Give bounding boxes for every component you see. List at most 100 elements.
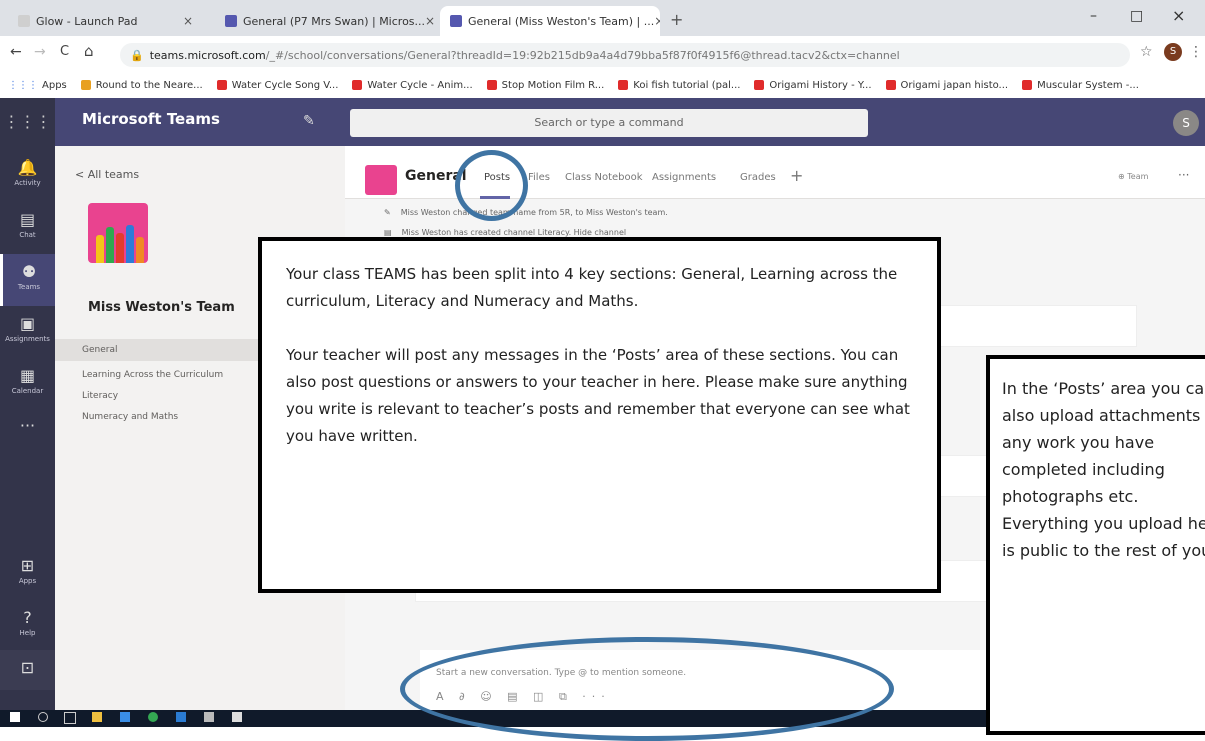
tab-label: General (Miss Weston's Team) | ... [468, 14, 655, 28]
bookmark-favicon-icon [80, 80, 91, 90]
tab-files[interactable]: Files [528, 172, 550, 183]
more-icon: ··· [19, 416, 36, 435]
tab-label: Glow - Launch Pad [36, 14, 138, 28]
close-tab-icon[interactable]: × [425, 14, 435, 28]
youtube-icon [618, 80, 629, 90]
youtube-icon [216, 80, 227, 90]
bookmark-item[interactable]: Round to the Neare... [80, 80, 203, 91]
tab-assignments[interactable]: Assignments [652, 172, 716, 183]
compose-highlight-ring [400, 637, 894, 741]
bookmark-item[interactable]: Koi fish tutorial (pal... [618, 80, 740, 91]
rail-assignments[interactable]: ▣ Assignments [0, 306, 55, 358]
youtube-icon [885, 80, 896, 90]
home-button[interactable]: ⌂ [84, 42, 94, 60]
forward-button[interactable]: → [34, 44, 46, 60]
add-tab-button[interactable]: + [790, 166, 803, 185]
app-title: Microsoft Teams [82, 110, 220, 128]
new-tab-button[interactable]: + [670, 10, 683, 29]
bookmarks-bar: ⋮⋮⋮ Apps Round to the Neare... Water Cycl… [0, 72, 1205, 99]
profile-avatar[interactable]: S [1164, 43, 1182, 61]
rail-activity[interactable]: 🔔 Activity [0, 150, 55, 202]
help-icon: ? [23, 608, 32, 627]
bookmark-item[interactable]: Water Cycle Song V... [216, 80, 338, 91]
browser-menu-icon[interactable]: ⋮ [1189, 44, 1203, 60]
bookmark-item[interactable]: Origami History - Y... [754, 80, 872, 91]
minimize-button[interactable]: – [1090, 8, 1097, 24]
teams-icon: ⚉ [21, 262, 37, 281]
team-logo [88, 203, 148, 263]
rail-help[interactable]: ? Help [0, 600, 55, 652]
file-explorer-icon[interactable] [92, 712, 102, 722]
bookmark-star-icon[interactable]: ☆ [1140, 44, 1153, 60]
rail-calendar[interactable]: ▦ Calendar [0, 358, 55, 410]
windows-start-icon[interactable] [10, 712, 20, 722]
browser-tab-mrs-swan[interactable]: General (P7 Mrs Swan) | Micros... × [215, 6, 435, 36]
team-name: Miss Weston's Team [88, 300, 235, 315]
system-message: ✎ Miss Weston changed team name from 5R, … [384, 208, 668, 217]
close-window-button[interactable]: × [1172, 6, 1185, 25]
channel-literacy[interactable]: Literacy [82, 391, 118, 401]
photos-icon[interactable] [232, 712, 242, 722]
callout-paragraph: Your teacher will post any messages in t… [286, 346, 910, 445]
tab-label: General (P7 Mrs Swan) | Micros... [243, 14, 426, 28]
bookmark-item[interactable]: Stop Motion Film R... [486, 80, 604, 91]
rail-more[interactable]: ··· [0, 408, 55, 460]
url-host: teams.microsoft.com [149, 48, 266, 62]
lock-icon: 🔒 [130, 48, 144, 62]
glow-favicon-icon [18, 15, 30, 27]
teams-favicon-icon [225, 15, 237, 27]
rail-teams[interactable]: ⚉ Teams [0, 254, 55, 306]
calendar-icon: ▦ [19, 366, 36, 385]
bookmark-apps[interactable]: ⋮⋮⋮ Apps [8, 80, 67, 91]
user-avatar[interactable]: S [1173, 110, 1199, 136]
url-input[interactable]: 🔒 teams.microsoft.com/_#/school/conversa… [120, 43, 1130, 67]
reload-button[interactable]: C [60, 44, 69, 59]
outlook-icon[interactable] [176, 712, 186, 722]
edit-icon: ✎ [384, 208, 391, 217]
channel-learning-across-curriculum[interactable]: Learning Across the Curriculum [82, 370, 223, 380]
back-button[interactable]: ← [10, 44, 22, 60]
close-tab-icon[interactable]: × [183, 14, 193, 28]
maximize-button[interactable]: □ [1130, 8, 1143, 24]
app-launcher-icon[interactable]: ⋮⋮⋮ [0, 98, 55, 146]
bookmark-item[interactable]: Muscular System -... [1022, 80, 1139, 91]
browser-tab-glow[interactable]: Glow - Launch Pad × [8, 6, 203, 36]
more-options-icon[interactable]: ··· [1178, 168, 1189, 182]
posts-highlight-ring [455, 150, 528, 221]
search-input[interactable]: Search or type a command [350, 109, 868, 137]
task-view-icon[interactable] [64, 712, 76, 724]
channel-team-logo [365, 165, 397, 195]
channel-general[interactable]: General [82, 345, 117, 355]
team-button[interactable]: ⊕ Team [1118, 172, 1148, 181]
channel-icon: ▤ [384, 228, 392, 237]
youtube-icon [486, 80, 497, 90]
youtube-icon [352, 80, 363, 90]
close-tab-icon[interactable]: × [654, 14, 660, 28]
callout-paragraph: In the ‘Posts’ area you can also upload … [1002, 379, 1205, 560]
download-icon: ⊡ [20, 658, 35, 677]
rail-download[interactable]: ⊡ [0, 650, 55, 690]
all-teams-link[interactable]: < All teams [75, 168, 139, 181]
bookmark-item[interactable]: Water Cycle - Anim... [352, 80, 473, 91]
callout-paragraph: Your class TEAMS has been split into 4 k… [286, 265, 898, 310]
system-message: ▤ Miss Weston has created channel Literac… [384, 228, 627, 237]
rail-chat[interactable]: ▤ Chat [0, 202, 55, 254]
tab-grades[interactable]: Grades [740, 172, 776, 183]
callout-sections-info: Your class TEAMS has been split into 4 k… [258, 237, 941, 593]
tab-class-notebook[interactable]: Class Notebook [565, 172, 643, 183]
teams-favicon-icon [450, 15, 462, 27]
channel-numeracy-maths[interactable]: Numeracy and Maths [82, 412, 178, 422]
rail-apps[interactable]: ⊞ Apps [0, 548, 55, 600]
chat-icon: ▤ [19, 210, 36, 229]
search-icon[interactable] [38, 712, 48, 722]
apps-icon: ⊞ [20, 556, 35, 575]
browser-tab-miss-weston[interactable]: General (Miss Weston's Team) | ... × [440, 6, 660, 36]
youtube-icon [1022, 80, 1033, 90]
bookmark-item[interactable]: Origami japan histo... [885, 80, 1008, 91]
chrome-icon[interactable] [148, 712, 158, 722]
assignments-icon: ▣ [19, 314, 36, 333]
store-icon[interactable] [120, 712, 130, 722]
app-icon[interactable] [204, 712, 214, 722]
bell-icon: 🔔 [17, 158, 38, 177]
new-chat-icon[interactable]: ✎ [303, 113, 315, 129]
